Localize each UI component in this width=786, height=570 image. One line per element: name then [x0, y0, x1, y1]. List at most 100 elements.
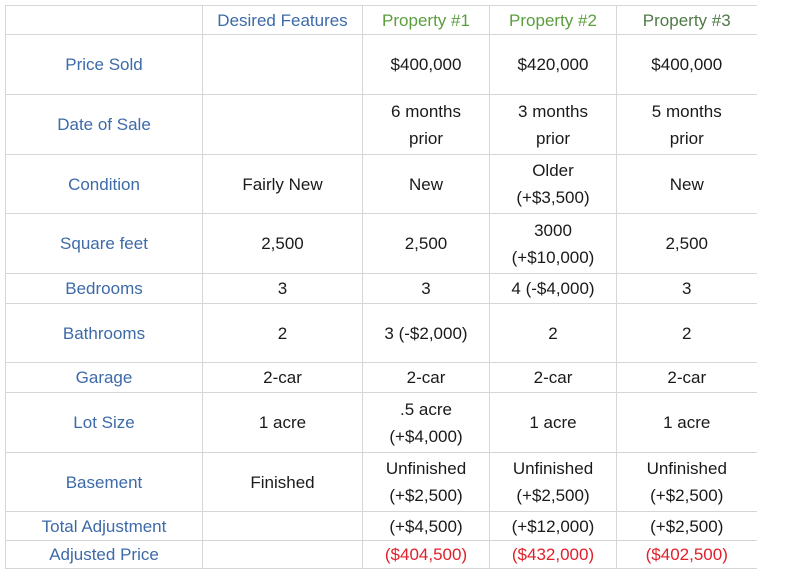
cell-line: $400,000 — [390, 55, 462, 74]
property-2-cell: (+$12,000) — [489, 511, 617, 541]
property-1-cell: 6 months prior — [362, 94, 490, 155]
property-1-cell: New — [362, 154, 490, 214]
header-desired-features: Desired Features — [202, 5, 363, 35]
cell-line: Older — [532, 161, 574, 180]
desired-feature-cell — [202, 34, 363, 95]
cell-line: $420,000 — [517, 55, 589, 74]
property-1-cell: (+$4,500) — [362, 511, 490, 541]
cell-line: 2,500 — [665, 234, 709, 253]
cell-line: (+$2,500) — [516, 486, 590, 505]
cell-line: ($402,500) — [645, 545, 728, 564]
cell-line: prior — [669, 128, 704, 148]
comparison-table: Desired Features Property #1 Property #2… — [5, 5, 757, 569]
table-row: Lot Size 1 acre .5 acre (+$4,000) 1 acre 1 ac… — [5, 392, 757, 453]
table-row: Total Adjustment (+$4,500) (+$12,000) (+$2,… — [5, 511, 757, 541]
cell-line: .5 acre — [400, 399, 452, 419]
property-2-cell: 2 — [489, 303, 617, 363]
cell-line: 2-car — [667, 368, 707, 387]
property-1-cell: Unfinished (+$2,500) — [362, 452, 490, 512]
table-row: Adjusted Price ($404,500) ($432,000) ($402,… — [5, 540, 757, 569]
desired-feature-cell: 3 — [202, 273, 363, 304]
row-label: Basement — [5, 452, 203, 512]
property-3-cell: 1 acre — [616, 392, 757, 453]
table-row: Garage 2-car 2-car 2-car 2-car — [5, 362, 757, 393]
row-label: Adjusted Price — [5, 540, 203, 569]
cell-line: (+$12,000) — [511, 516, 595, 536]
cell-line: 1 acre — [529, 413, 577, 432]
property-2-cell: Unfinished (+$2,500) — [489, 452, 617, 512]
property-3-cell: Unfinished (+$2,500) — [616, 452, 757, 512]
desired-feature-cell: 2,500 — [202, 213, 363, 274]
property-3-cell: $400,000 — [616, 34, 757, 95]
property-3-cell: ($402,500) — [616, 540, 757, 569]
cell-line: (+$2,500) — [389, 486, 463, 505]
table-row: Bathrooms 2 3 (-$2,000) 2 2 — [5, 303, 757, 363]
row-label: Garage — [5, 362, 203, 393]
property-3-cell: 2 — [616, 303, 757, 363]
cell-line: 2-car — [533, 368, 573, 387]
cell-line: Unfinished — [512, 459, 594, 478]
row-label: Condition — [5, 154, 203, 214]
table-row: Basement Finished Unfinished (+$2,500) Unfin… — [5, 452, 757, 512]
cell-line: (+$3,500) — [516, 188, 590, 207]
property-2-cell: 4 (-$4,000) — [489, 273, 617, 304]
row-label: Square feet — [5, 213, 203, 274]
row-label: Lot Size — [5, 392, 203, 453]
table-row: Condition Fairly New New Older (+$3,500) New — [5, 154, 757, 214]
cell-line: prior — [535, 128, 570, 148]
property-2-cell: 3 months prior — [489, 94, 617, 155]
property-1-cell: 2-car — [362, 362, 490, 393]
header-property-3: Property #3 — [616, 5, 757, 35]
desired-feature-cell: Finished — [202, 452, 363, 512]
cell-line: $400,000 — [651, 55, 723, 74]
header-property-1: Property #1 — [362, 5, 490, 35]
table-row: Square feet 2,500 2,500 3000 (+$10,000) 2,500 — [5, 213, 757, 274]
cell-line: 3 (-$2,000) — [384, 323, 468, 343]
property-3-cell: New — [616, 154, 757, 214]
cell-line: ($432,000) — [511, 545, 595, 564]
cell-line: 2,500 — [404, 234, 448, 253]
cell-line: 3000 — [534, 220, 572, 240]
table-body: Price Sold $400,000 $420,000 $400,000 Date o… — [5, 34, 757, 569]
desired-feature-cell — [202, 94, 363, 155]
cell-line: 2-car — [406, 368, 446, 387]
row-label: Date of Sale — [5, 94, 203, 155]
cell-line: (+$4,000) — [389, 426, 463, 446]
header-blank — [5, 5, 203, 35]
property-2-cell: 2-car — [489, 362, 617, 393]
cell-line: Unfinished — [385, 459, 467, 478]
property-3-cell: 3 — [616, 273, 757, 304]
cell-line: ($404,500) — [384, 545, 468, 564]
cell-line: New — [408, 174, 443, 194]
property-2-cell: 1 acre — [489, 392, 617, 453]
desired-feature-cell — [202, 540, 363, 569]
cell-line: prior — [408, 128, 443, 148]
property-1-cell: 3 (-$2,000) — [362, 303, 490, 363]
row-label: Price Sold — [5, 34, 203, 95]
cell-line: 4 (-$4,000) — [511, 279, 595, 298]
property-1-cell: .5 acre (+$4,000) — [362, 392, 490, 453]
cell-line: Unfinished — [646, 459, 727, 478]
property-2-cell: Older (+$3,500) — [489, 154, 617, 214]
desired-feature-cell: 2 — [202, 303, 363, 363]
property-1-cell: $400,000 — [362, 34, 490, 95]
property-3-cell: 2,500 — [616, 213, 757, 274]
header-property-2: Property #2 — [489, 5, 617, 35]
desired-feature-cell — [202, 511, 363, 541]
cell-line: 5 months — [651, 101, 722, 121]
header-row: Desired Features Property #1 Property #2… — [5, 5, 757, 35]
cell-line: (+$10,000) — [511, 247, 595, 267]
desired-feature-cell: 2-car — [202, 362, 363, 393]
cell-line: 3 — [682, 279, 692, 298]
property-1-cell: ($404,500) — [362, 540, 490, 569]
table-row: Date of Sale 6 months prior 3 months prior 5 … — [5, 94, 757, 155]
cell-line: (+$2,500) — [650, 516, 724, 536]
cell-line: New — [669, 174, 704, 194]
cell-line: 1 acre — [663, 413, 711, 432]
property-2-cell: $420,000 — [489, 34, 617, 95]
cell-line: 3 months — [518, 101, 588, 121]
row-label: Bedrooms — [5, 273, 203, 304]
cell-line: 3 — [421, 279, 431, 298]
cell-line: 2 — [682, 323, 692, 343]
property-1-cell: 3 — [362, 273, 490, 304]
